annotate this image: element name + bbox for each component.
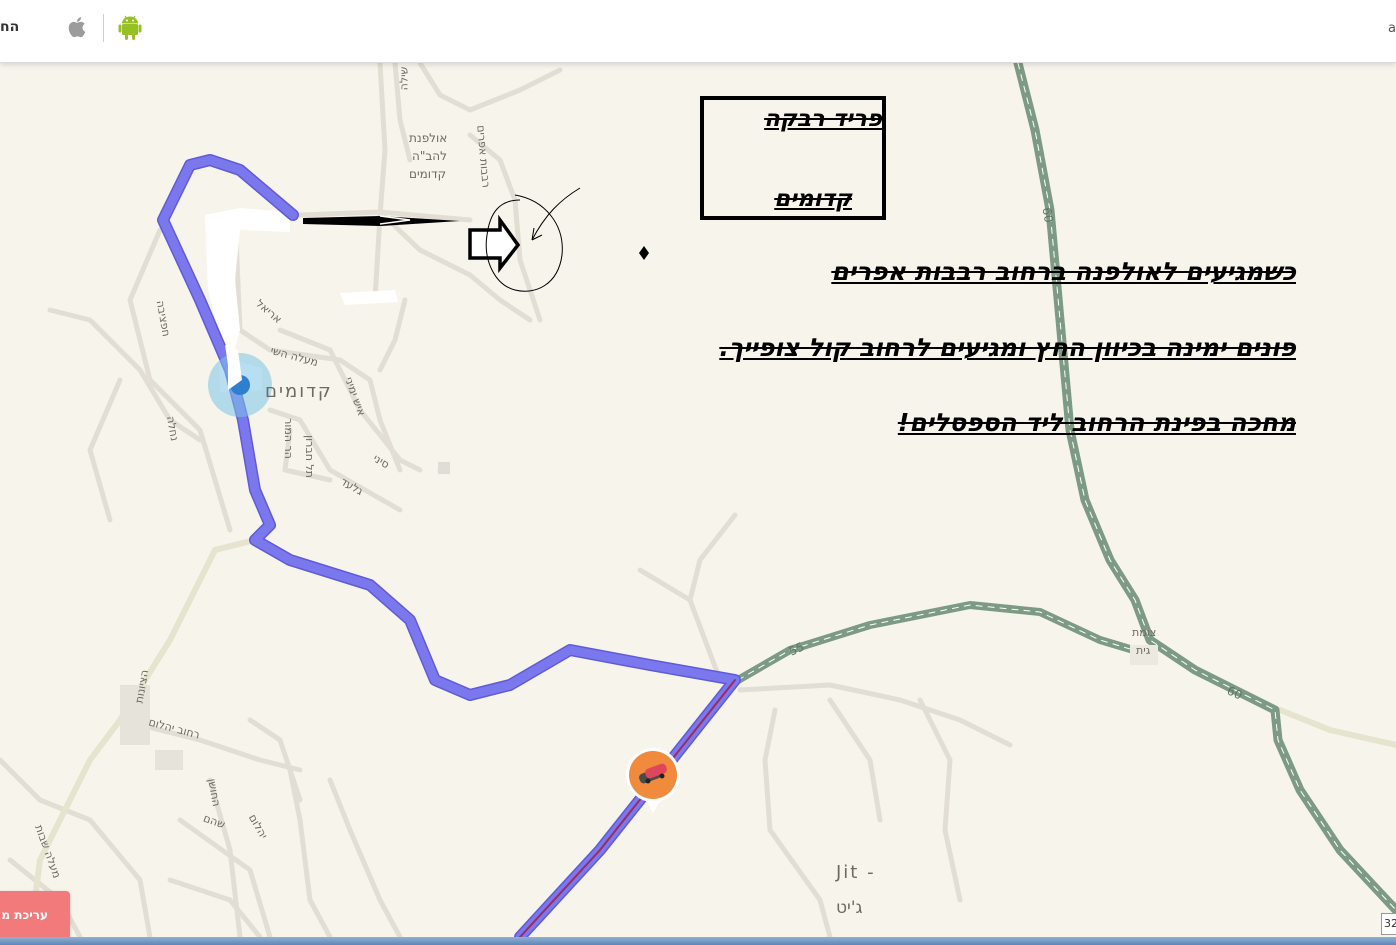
- village-jit-en: Jit -: [836, 862, 876, 883]
- instruction-3: מחכה בפינת הרחוב ליד הספסלים!: [897, 408, 1296, 437]
- edit-map-label: עריכת מ: [1, 908, 48, 922]
- street-shilo: שילה: [397, 66, 411, 91]
- traffic-jam-icon[interactable]: [626, 747, 680, 813]
- edit-map-button[interactable]: עריכת מ: [0, 891, 70, 937]
- ulpana-label-2: להב"ה: [412, 149, 447, 163]
- town-label: קדומים: [265, 381, 333, 402]
- street-tel-hevron: תל חברון: [302, 435, 316, 478]
- apple-icon[interactable]: [66, 14, 90, 44]
- junction-label-2: גית: [1136, 644, 1151, 657]
- destination-box: פריד רבקה קדומים: [700, 96, 886, 220]
- ulpana-label-1: אולפנת: [409, 131, 448, 145]
- drawn-dot: [639, 246, 649, 260]
- junction-label-1: צומת: [1132, 626, 1157, 639]
- os-taskbar: [0, 937, 1396, 945]
- android-icon[interactable]: [118, 15, 142, 45]
- drawn-arrow-head: [468, 214, 521, 274]
- header-text[interactable]: הח: [0, 19, 19, 35]
- top-bar: הח a: [0, 0, 1396, 63]
- scale-indicator: 32: [1381, 913, 1396, 935]
- street-har-hamor: הר המור: [281, 418, 295, 459]
- instruction-2: פונים ימינה בכיוון החץ ומגיעים לרחוב קול…: [719, 333, 1296, 362]
- instruction-1: כשמגיעים לאולפנה ברחוב רבבות אפרים: [831, 257, 1296, 286]
- map-poi-square: [438, 462, 450, 474]
- header-right-text: a: [1388, 21, 1396, 36]
- header-divider: [103, 14, 104, 42]
- highway-60: [1013, 63, 1396, 915]
- destination-town: קדומים: [774, 186, 852, 212]
- route-60-label-a: 60: [1039, 206, 1056, 224]
- village-jit-he: ג'יט: [836, 898, 863, 918]
- ulpana-label-3: קדומים: [409, 167, 447, 181]
- destination-name: פריד רבקה: [764, 106, 882, 132]
